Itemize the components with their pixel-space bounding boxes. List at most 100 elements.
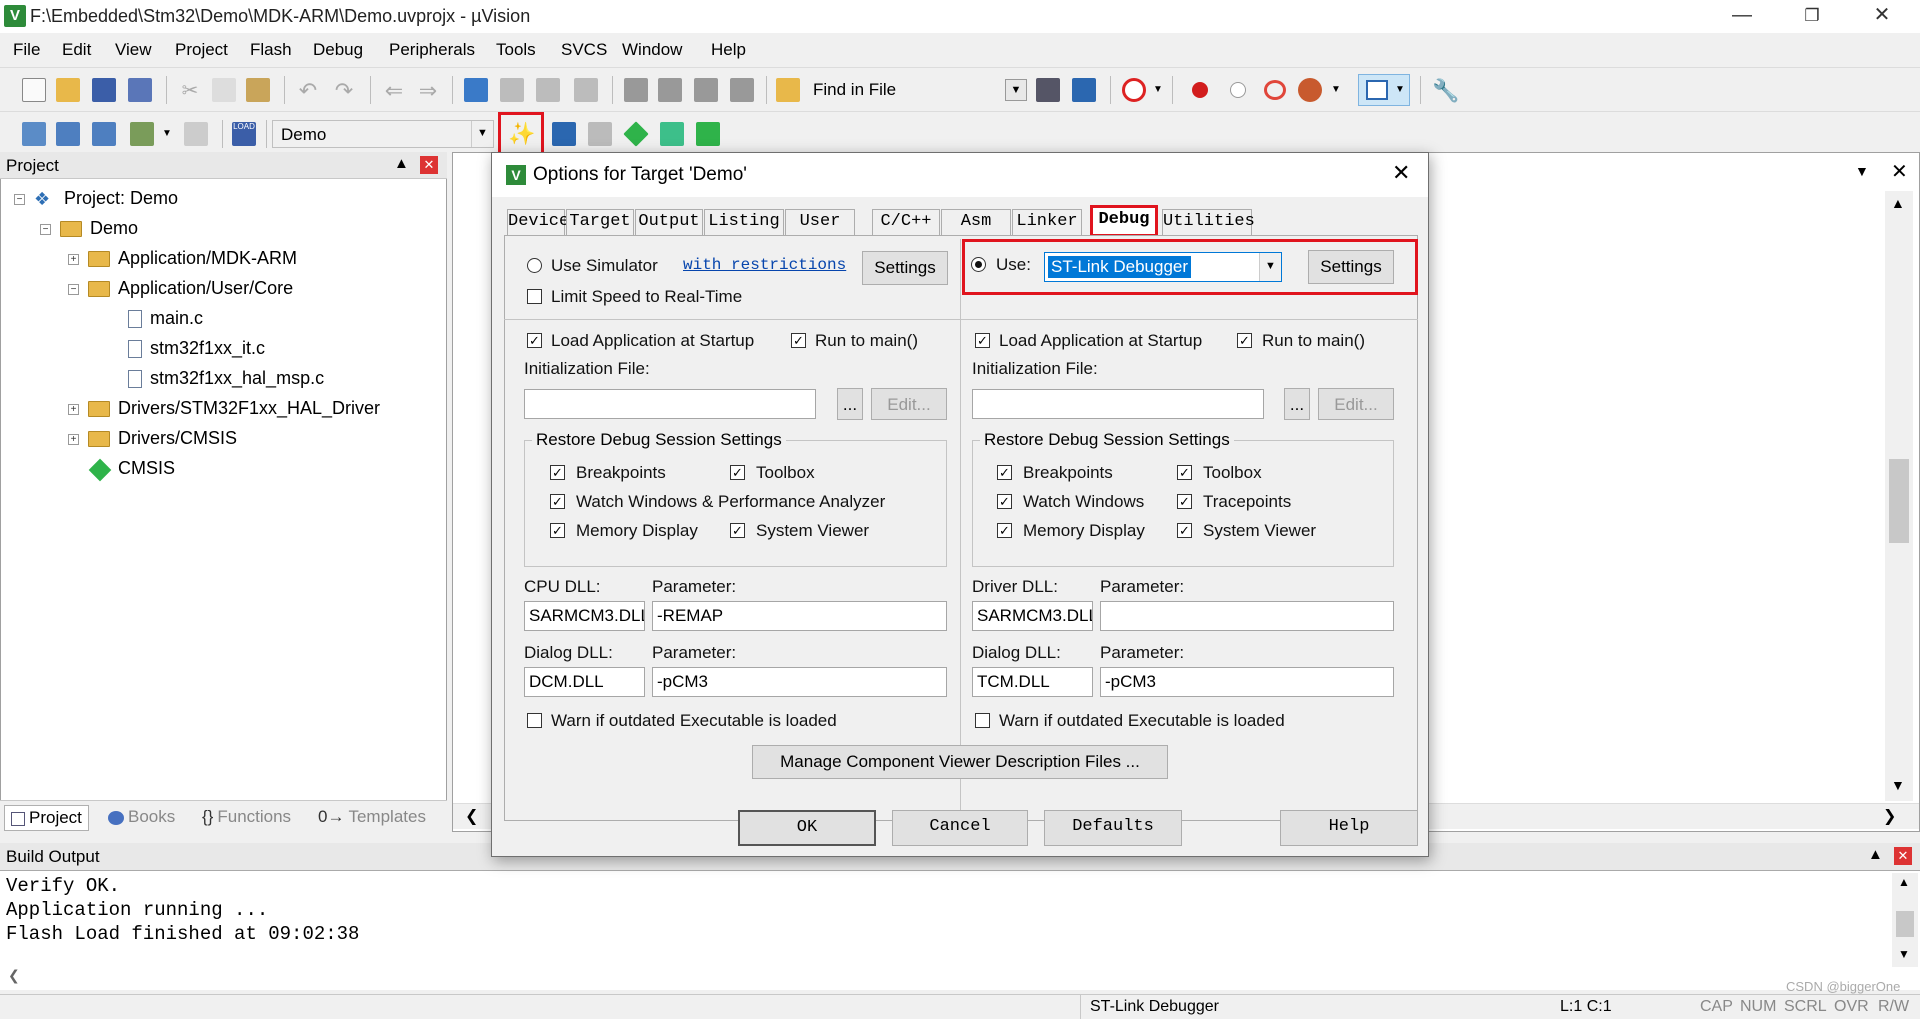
tab-device[interactable]: Device (507, 209, 569, 235)
breakpoints-checkbox[interactable]: ✓ (550, 465, 565, 480)
close-window-icon[interactable]: ✕ (1854, 0, 1910, 33)
build-icon[interactable] (56, 122, 80, 146)
toolbox-checkbox[interactable]: ✓ (730, 465, 745, 480)
copy-icon[interactable] (212, 78, 236, 102)
pin-icon[interactable]: ▲ (1868, 846, 1883, 863)
clear-bookmarks-icon[interactable] (574, 78, 598, 102)
pack-installer-icon[interactable] (660, 122, 684, 146)
manage-rte-icon[interactable] (623, 121, 649, 147)
options-for-target-button[interactable]: ✨ (498, 112, 544, 156)
uncomment-icon[interactable] (730, 78, 754, 102)
tree-item[interactable]: − Application/User/Core (0, 276, 447, 304)
memory-display-checkbox[interactable]: ✓ (550, 523, 565, 538)
window-layout-button[interactable]: ▼ (1358, 74, 1410, 106)
tree-item[interactable]: stm32f1xx_it.c (0, 336, 447, 364)
expand-icon[interactable]: + (68, 434, 79, 445)
close-editor-icon[interactable]: ✕ (1891, 159, 1908, 184)
rte-icon[interactable] (696, 122, 720, 146)
edit-init-file-button[interactable]: Edit... (871, 388, 947, 420)
chevron-left-icon[interactable]: ❮ (465, 806, 478, 826)
browse-init-file-button[interactable]: ... (837, 388, 863, 420)
close-dialog-icon[interactable]: ✕ (1392, 160, 1410, 186)
disable-breakpoint-icon[interactable] (1230, 82, 1246, 98)
tree-item[interactable]: + Drivers/CMSIS (0, 426, 447, 454)
unindent-icon[interactable] (658, 78, 682, 102)
indent-icon[interactable] (624, 78, 648, 102)
find-in-file-icon[interactable] (776, 78, 800, 102)
tab-asm[interactable]: Asm (941, 209, 1011, 235)
vertical-scrollbar[interactable]: ▲ ▼ (1892, 873, 1918, 967)
nav-back-icon[interactable]: ⇐ (382, 78, 406, 103)
tracepoints-checkbox[interactable]: ✓ (1177, 494, 1192, 509)
debugger-select[interactable]: ST-Link Debugger ▼ (1044, 252, 1282, 282)
tree-item[interactable]: stm32f1xx_hal_msp.c (0, 366, 447, 394)
new-file-icon[interactable] (22, 78, 46, 102)
run-to-main-checkbox-right[interactable]: ✓ (1237, 333, 1252, 348)
chevron-down-icon[interactable]: ▼ (1153, 84, 1163, 95)
menu-svcs[interactable]: SVCS (561, 40, 607, 60)
tab-user[interactable]: User (785, 209, 855, 235)
dialog-param-input-right[interactable]: -pCM3 (1100, 667, 1394, 697)
cpu-param-input[interactable]: -REMAP (652, 601, 947, 631)
defaults-button[interactable]: Defaults (1044, 810, 1182, 846)
tree-item[interactable]: − ❖ Project: Demo (0, 186, 447, 214)
tree-item[interactable]: + Drivers/STM32F1xx_HAL_Driver (0, 396, 447, 424)
toolbox-checkbox-right[interactable]: ✓ (1177, 465, 1192, 480)
tab-debug[interactable]: Debug (1090, 205, 1158, 237)
expand-icon[interactable]: + (68, 254, 79, 265)
collapse-icon[interactable]: − (68, 284, 79, 295)
tab-books[interactable]: Books (102, 805, 181, 831)
target-select[interactable]: Demo ▼ (272, 120, 494, 148)
menu-flash[interactable]: Flash (250, 40, 292, 60)
redo-icon[interactable]: ↷ (332, 78, 356, 103)
scroll-thumb[interactable] (1896, 911, 1914, 937)
chevron-down-icon[interactable]: ▼ (162, 128, 172, 139)
cut-icon[interactable]: ✂ (178, 78, 202, 102)
replace-icon[interactable] (1072, 78, 1096, 102)
close-panel-icon[interactable]: ✕ (1894, 847, 1912, 865)
tab-functions[interactable]: {} Functions (196, 805, 297, 831)
stop-build-icon[interactable] (184, 122, 208, 146)
run-to-main-checkbox[interactable]: ✓ (791, 333, 806, 348)
breakpoints-checkbox-right[interactable]: ✓ (997, 465, 1012, 480)
init-file-input[interactable] (524, 389, 816, 419)
menu-peripherals[interactable]: Peripherals (389, 40, 475, 60)
manage-project-items-icon[interactable] (552, 122, 576, 146)
chevron-down-icon[interactable]: ▼ (1855, 163, 1869, 179)
dialog-param-input[interactable]: -pCM3 (652, 667, 947, 697)
tab-listing[interactable]: Listing (704, 209, 784, 235)
edit-init-file-button-right[interactable]: Edit... (1318, 388, 1394, 420)
minimize-icon[interactable]: — (1714, 0, 1770, 33)
tree-item[interactable]: main.c (0, 306, 447, 334)
tab-c-cpp[interactable]: C/C++ (872, 209, 940, 235)
bookmark-icon[interactable] (464, 78, 488, 102)
debugger-settings-button[interactable]: Settings (1308, 250, 1394, 284)
help-button[interactable]: Help (1280, 810, 1418, 846)
pin-icon[interactable]: ▲ (394, 155, 409, 172)
expand-icon[interactable]: + (68, 404, 79, 415)
system-viewer-checkbox-right[interactable]: ✓ (1177, 523, 1192, 538)
tab-target[interactable]: Target (566, 209, 634, 235)
use-simulator-radio[interactable] (527, 258, 542, 273)
menu-tools[interactable]: Tools (496, 40, 536, 60)
tree-item[interactable]: − Demo (0, 216, 447, 244)
prev-bookmark-icon[interactable] (500, 78, 524, 102)
debug-settings-icon[interactable] (1298, 78, 1322, 102)
chevron-down-icon[interactable]: ▼ (1891, 777, 1905, 793)
menu-debug[interactable]: Debug (313, 40, 363, 60)
find-icon[interactable] (1036, 78, 1060, 102)
warn-outdated-checkbox[interactable] (527, 713, 542, 728)
undo-icon[interactable]: ↶ (296, 78, 320, 103)
load-app-checkbox-right[interactable]: ✓ (975, 333, 990, 348)
breakpoint-icon[interactable] (1192, 82, 1208, 98)
rebuild-icon[interactable] (92, 122, 116, 146)
driver-dll-input[interactable]: SARMCM3.DLL (972, 601, 1093, 631)
menu-project[interactable]: Project (175, 40, 228, 60)
collapse-icon[interactable]: − (14, 194, 25, 205)
menu-file[interactable]: File (13, 40, 40, 60)
nav-forward-icon[interactable]: ⇒ (416, 78, 440, 103)
chevron-down-icon[interactable]: ▼ (1331, 84, 1341, 95)
save-all-icon[interactable] (128, 78, 152, 102)
system-viewer-checkbox[interactable]: ✓ (730, 523, 745, 538)
dialog-dll-input[interactable]: DCM.DLL (524, 667, 645, 697)
